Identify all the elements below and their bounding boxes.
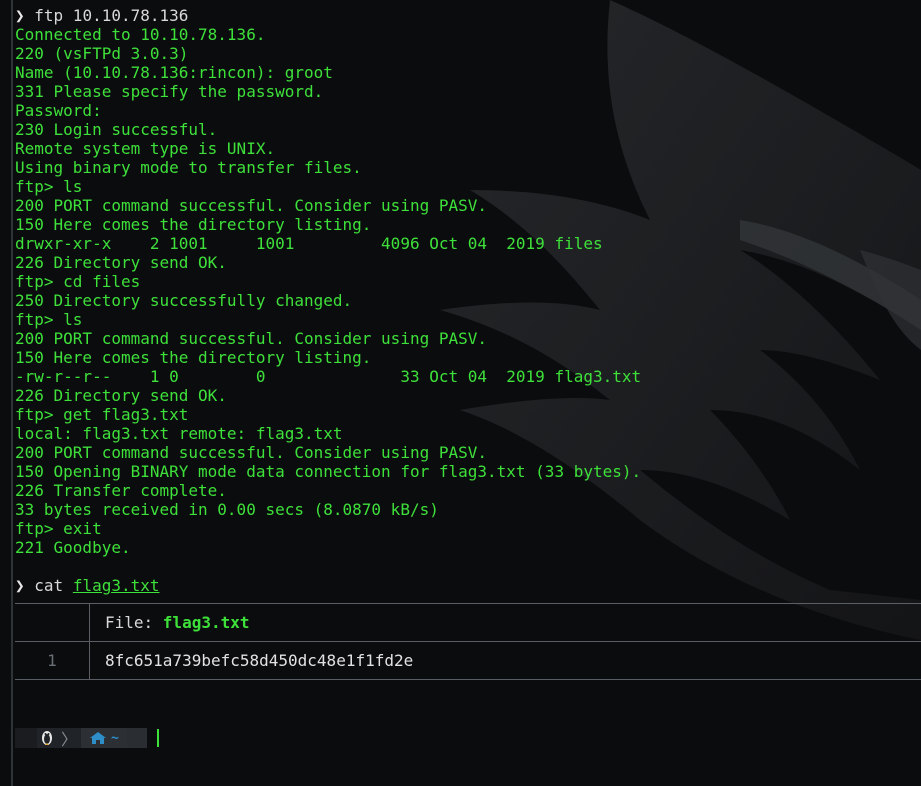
terminal-line: ❯ ftp 10.10.78.136 xyxy=(15,6,915,25)
terminal-line: 200 PORT command successful. Consider us… xyxy=(15,329,488,348)
bat-line-content: 8fc651a739befc58d450dc48e1f1fd2e xyxy=(105,651,414,670)
terminal-line: Password: xyxy=(15,101,102,120)
text-cursor[interactable] xyxy=(156,729,159,747)
shell-command: ftp 10.10.78.136 xyxy=(24,6,189,25)
bat-header-row: File: flag3.txt xyxy=(15,604,921,641)
terminal-line: 220 (vsFTPd 3.0.3) xyxy=(15,44,189,63)
terminal-line: 200 PORT command successful. Consider us… xyxy=(15,443,488,462)
linux-tux-icon xyxy=(42,731,52,745)
terminal-line: Using binary mode to transfer files. xyxy=(15,158,362,177)
redacted-segment xyxy=(126,728,147,748)
bat-line-number: 1 xyxy=(47,651,57,670)
prompt-statusbar: 〉 ~ xyxy=(15,728,159,749)
terminal-line: 33 bytes received in 0.00 secs (8.0870 k… xyxy=(15,500,439,519)
terminal-line: Connected to 10.10.78.136. xyxy=(15,25,266,44)
terminal-line: local: flag3.txt remote: flag3.txt xyxy=(15,424,343,443)
terminal-line: 150 Opening BINARY mode data connection … xyxy=(15,462,642,481)
terminal-line: 226 Directory send OK. xyxy=(15,386,227,405)
terminal-line: drwxr-xr-x 2 1001 1001 4096 Oct 04 2019 … xyxy=(15,234,603,253)
terminal-line: Remote system type is UNIX. xyxy=(15,139,276,158)
bat-file-viewer: File: flag3.txt 1 8fc651a739befc58d450dc… xyxy=(15,603,921,680)
terminal-line: 230 Login successful. xyxy=(15,120,218,139)
bat-content-row: 1 8fc651a739befc58d450dc48e1f1fd2e xyxy=(15,642,921,679)
cat-argument-path: flag3.txt xyxy=(72,576,160,595)
prompt-chevron-icon: ❯ xyxy=(15,576,25,595)
window-left-border xyxy=(11,0,13,786)
segment-separator-icon: 〉 xyxy=(61,730,78,749)
terminal-line: 150 Here comes the directory listing. xyxy=(15,348,372,367)
home-icon xyxy=(90,732,107,744)
terminal-line: 221 Goodbye. xyxy=(15,538,131,557)
cat-command-line: ❯ cat flag3.txt xyxy=(15,576,915,595)
bat-gutter-separator xyxy=(89,642,90,679)
bat-file-name: flag3.txt xyxy=(162,613,250,632)
terminal-line: 150 Here comes the directory listing. xyxy=(15,215,372,234)
terminal-line: ftp> ls xyxy=(15,310,83,329)
terminal-line: 226 Directory send OK. xyxy=(15,253,227,272)
bat-file-label: File: xyxy=(105,613,163,632)
terminal-line: 331 Please specify the password. xyxy=(15,82,324,101)
terminal-line: -rw-r--r-- 1 0 0 33 Oct 04 2019 flag3.tx… xyxy=(15,367,642,386)
path-segment: ~ xyxy=(81,728,127,748)
prompt-chevron-icon: ❯ xyxy=(15,6,25,25)
terminal-line: ftp> cd files xyxy=(15,272,141,291)
os-segment: 〉 xyxy=(37,728,82,749)
terminal-line: Name (10.10.78.136:rincon): groot xyxy=(15,63,333,82)
terminal-line: ftp> ls xyxy=(15,177,83,196)
bat-bottom-rule xyxy=(15,679,921,680)
terminal-line: ftp> get flag3.txt xyxy=(15,405,189,424)
terminal-line: ftp> exit xyxy=(15,519,102,538)
terminal-line: 250 Directory successfully changed. xyxy=(15,291,353,310)
terminal-line: 200 PORT command successful. Consider us… xyxy=(15,196,488,215)
redacted-segment xyxy=(15,728,37,748)
current-path: ~ xyxy=(111,730,119,746)
bat-header-gutter xyxy=(15,604,89,641)
bat-header: File: flag3.txt xyxy=(105,604,250,641)
terminal-output: ❯ ftp 10.10.78.136 Connected to 10.10.78.… xyxy=(15,6,915,595)
cat-command: cat xyxy=(34,576,64,595)
terminal-line: 226 Transfer complete. xyxy=(15,481,227,500)
bat-gutter-separator xyxy=(89,604,90,641)
